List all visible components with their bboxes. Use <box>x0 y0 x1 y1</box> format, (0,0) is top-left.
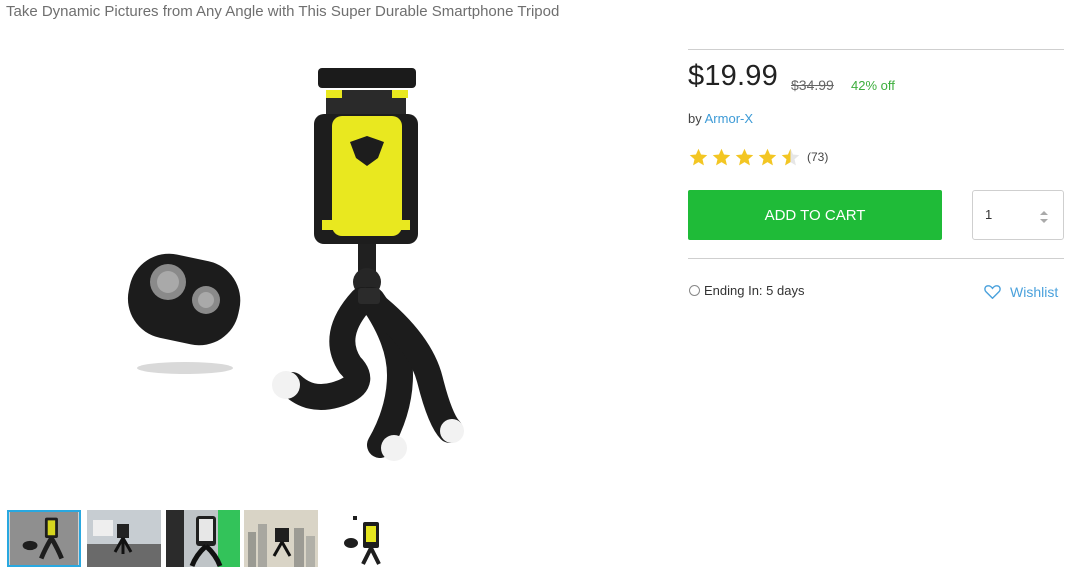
tripod-with-remote-thumbnail-icon <box>323 510 397 567</box>
deal-ending: Ending In: 5 days <box>689 283 804 298</box>
add-to-cart-button[interactable]: ADD TO CART <box>688 190 942 240</box>
ending-text: Ending In: 5 days <box>704 283 805 298</box>
tripod-thumbnail-icon <box>9 512 79 565</box>
star-full-icon <box>758 148 777 166</box>
star-full-icon <box>689 148 708 166</box>
brand-link[interactable]: Armor-X <box>705 111 753 126</box>
thumbnail-2[interactable] <box>87 510 161 567</box>
flexible-legs-icon <box>279 287 463 458</box>
tripod-on-railing-thumbnail-icon <box>87 510 161 567</box>
thumbnail-4[interactable] <box>244 510 318 567</box>
stepper-arrows-icon[interactable] <box>1039 209 1049 225</box>
thumbnail-5[interactable] <box>323 510 397 567</box>
thumbnail-3[interactable] <box>166 510 240 567</box>
tripod-on-pole-thumbnail-icon <box>166 510 240 567</box>
discount-badge: 42% off <box>851 78 895 93</box>
current-price: $19.99 <box>688 60 778 92</box>
heart-icon <box>984 285 1001 299</box>
wishlist-label: Wishlist <box>1010 284 1059 300</box>
thumbnail-1[interactable] <box>7 510 81 567</box>
wishlist-button[interactable]: Wishlist <box>984 284 1058 300</box>
bluetooth-remote-icon <box>127 253 241 374</box>
divider <box>688 258 1064 259</box>
star-full-icon <box>735 148 754 166</box>
clock-icon <box>689 285 700 296</box>
tripod-cityscape-thumbnail-icon <box>244 510 318 567</box>
seller-byline: by Armor-X <box>688 111 753 126</box>
review-count[interactable]: (73) <box>807 150 828 164</box>
by-label: by <box>688 111 702 126</box>
quantity-input[interactable] <box>985 207 1025 222</box>
phone-clamp-icon <box>314 68 418 244</box>
quantity-stepper[interactable] <box>972 190 1064 240</box>
star-half-icon <box>781 148 800 166</box>
main-product-image <box>100 50 520 490</box>
original-price: $34.99 <box>791 77 834 93</box>
product-title: Take Dynamic Pictures from Any Angle wit… <box>6 3 560 20</box>
divider <box>688 49 1064 50</box>
star-full-icon <box>712 148 731 166</box>
